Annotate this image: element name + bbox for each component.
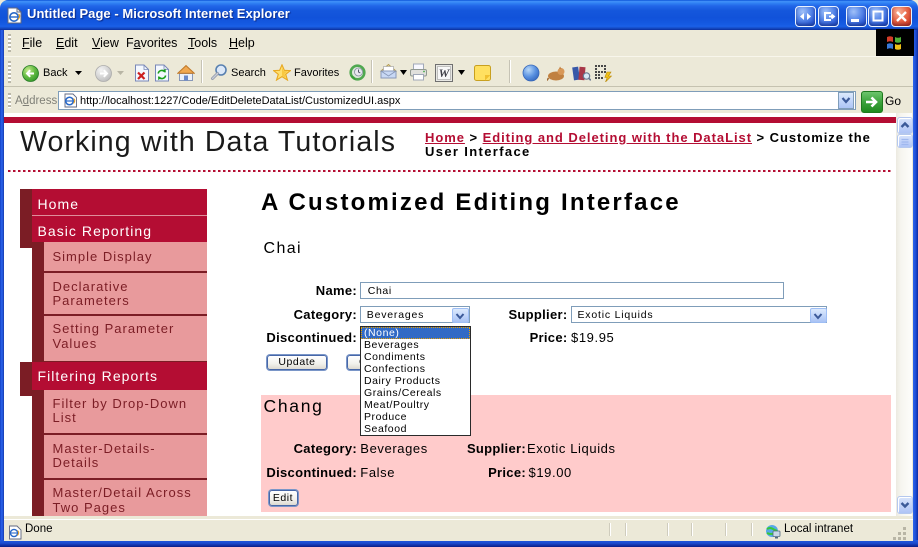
svg-text:W: W [439,66,451,80]
